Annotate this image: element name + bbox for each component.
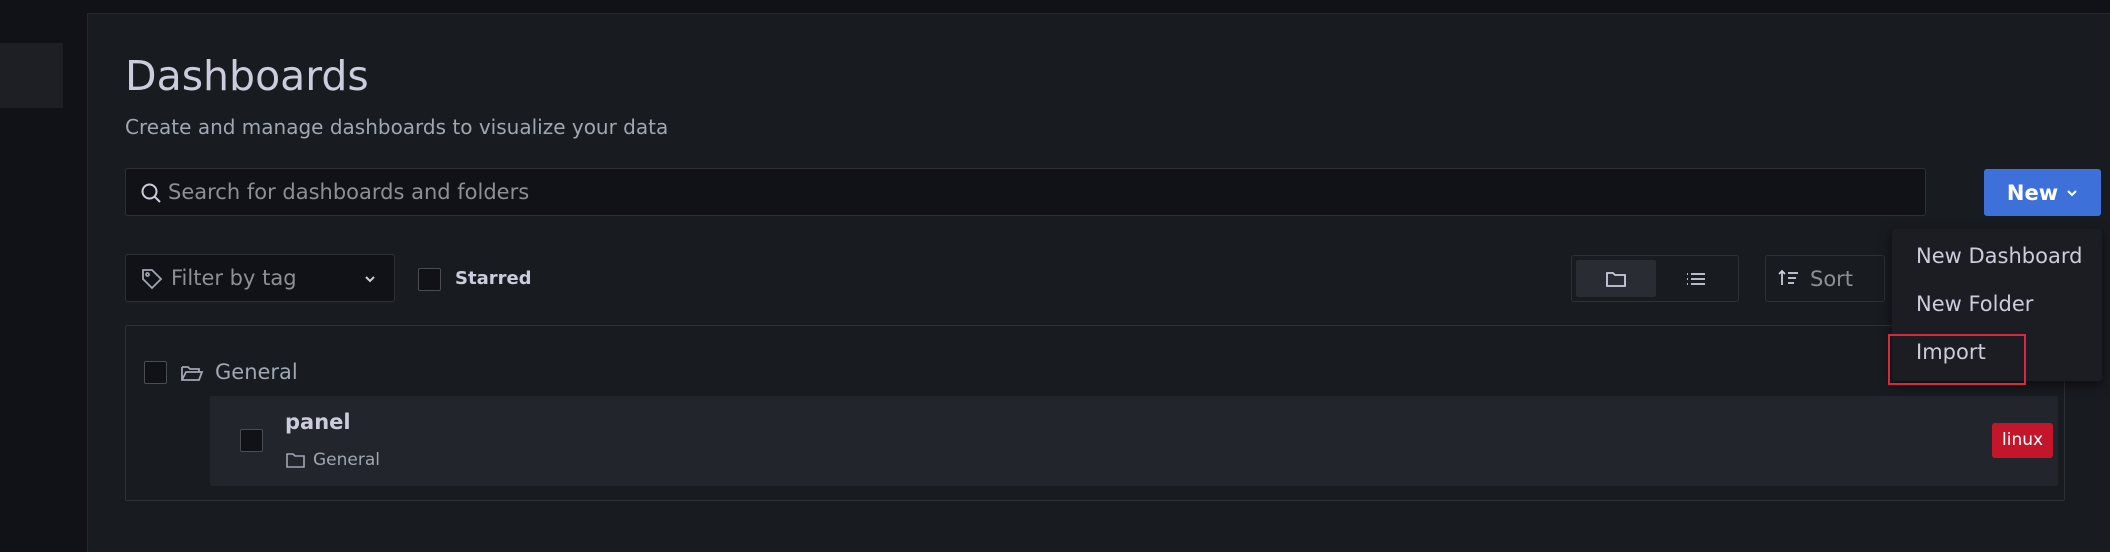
folder-view-button[interactable] <box>1576 260 1656 297</box>
folder-open-icon <box>180 362 204 384</box>
sort-select[interactable]: Sort <box>1765 255 1885 302</box>
starred-label: Starred <box>455 268 532 289</box>
sort-icon <box>1778 268 1800 290</box>
search-input[interactable] <box>168 169 1908 215</box>
dashboard-title[interactable]: panel <box>285 410 351 434</box>
list-view-button[interactable] <box>1656 260 1736 297</box>
main-panel: Dashboards Create and manage dashboards … <box>87 13 2110 552</box>
page-subtitle: Create and manage dashboards to visualiz… <box>125 115 669 139</box>
folder-icon <box>285 451 306 470</box>
dashboard-checkbox[interactable] <box>240 429 263 452</box>
left-rail <box>0 0 87 552</box>
dashboard-results: General panel General linux <box>125 325 2065 501</box>
tag-filter-placeholder: Filter by tag <box>171 266 297 290</box>
menu-item-new-dashboard[interactable]: New Dashboard <box>1916 244 2082 268</box>
folder-icon <box>1605 269 1627 289</box>
chevron-down-icon <box>363 272 377 286</box>
view-toggle <box>1571 255 1739 302</box>
tag-filter-select[interactable]: Filter by tag <box>125 254 395 302</box>
folder-name[interactable]: General <box>215 360 298 384</box>
tag-icon <box>140 267 164 291</box>
dashboard-folder-name: General <box>313 450 380 470</box>
left-rail-active-item[interactable] <box>0 43 63 108</box>
new-button[interactable]: New <box>1984 169 2101 216</box>
list-icon <box>1685 270 1707 288</box>
page-title: Dashboards <box>125 52 369 100</box>
tag-badge-linux[interactable]: linux <box>1992 423 2054 458</box>
import-highlight-box <box>1888 334 2026 385</box>
sort-label: Sort <box>1810 267 1854 291</box>
search-box[interactable] <box>125 168 1926 216</box>
search-icon <box>139 181 163 205</box>
menu-item-new-folder[interactable]: New Folder <box>1916 292 2033 316</box>
dashboard-row[interactable]: panel General linux <box>210 396 2058 486</box>
folder-checkbox[interactable] <box>144 361 167 384</box>
new-button-label: New <box>2006 180 2059 205</box>
starred-checkbox[interactable] <box>418 268 441 291</box>
chevron-down-icon <box>2066 187 2078 199</box>
